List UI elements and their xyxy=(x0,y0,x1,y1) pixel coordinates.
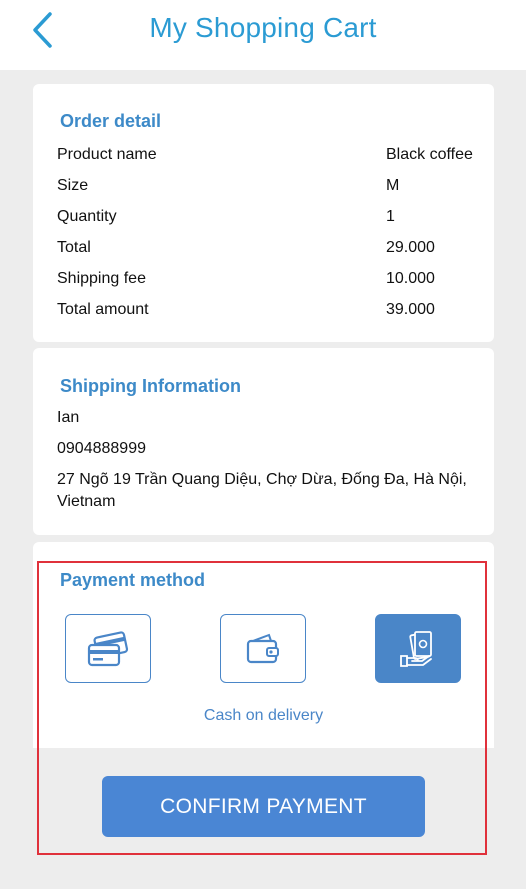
recipient-phone: 0904888999 xyxy=(57,440,146,457)
order-row-value: 29.000 xyxy=(386,239,435,256)
recipient-address: 27 Ngõ 19 Trần Quang Diệu, Chợ Dừa, Đống… xyxy=(57,469,470,513)
order-row-label: Size xyxy=(57,177,89,194)
order-row-value: Black coffee xyxy=(386,146,473,163)
shipping-info-card: Shipping Information Ian 0904888999 27 N… xyxy=(33,348,494,535)
order-row-label: Quantity xyxy=(57,208,117,225)
payment-method-card: Payment method Cash on delivery xyxy=(33,542,494,748)
order-row-label: Shipping fee xyxy=(57,270,146,287)
credit-card-icon xyxy=(87,630,129,666)
order-row-label: Total amount xyxy=(57,301,149,318)
payment-method-title: Payment method xyxy=(60,570,206,590)
order-row-label: Product name xyxy=(57,146,157,163)
order-row-value: 10.000 xyxy=(386,270,435,287)
payment-option-card[interactable] xyxy=(65,614,151,683)
payment-option-cash[interactable] xyxy=(375,614,461,683)
shipping-info-title: Shipping Information xyxy=(60,376,241,396)
app-header: My Shopping Cart xyxy=(0,0,526,70)
recipient-name: Ian xyxy=(57,409,80,426)
page-title: My Shopping Cart xyxy=(149,12,377,43)
order-row-label: Total xyxy=(57,239,91,256)
payment-option-wallet[interactable] xyxy=(220,614,306,683)
confirm-payment-button[interactable]: CONFIRM PAYMENT xyxy=(102,776,425,837)
order-detail-card: Order detail Product name Black coffee S… xyxy=(33,84,494,342)
order-row-value: 1 xyxy=(386,208,395,225)
selected-payment-label: Cash on delivery xyxy=(203,707,324,724)
order-detail-title: Order detail xyxy=(60,111,162,131)
address-line: 27 Ngõ 19 Trần Quang Diệu, Chợ Dừa, Đống… xyxy=(57,471,467,488)
wallet-icon xyxy=(246,633,279,663)
order-row-value: 39.000 xyxy=(386,301,435,318)
address-line: Vietnam xyxy=(57,493,116,510)
cash-in-hand-icon xyxy=(400,630,432,667)
order-row-value: M xyxy=(386,177,400,194)
